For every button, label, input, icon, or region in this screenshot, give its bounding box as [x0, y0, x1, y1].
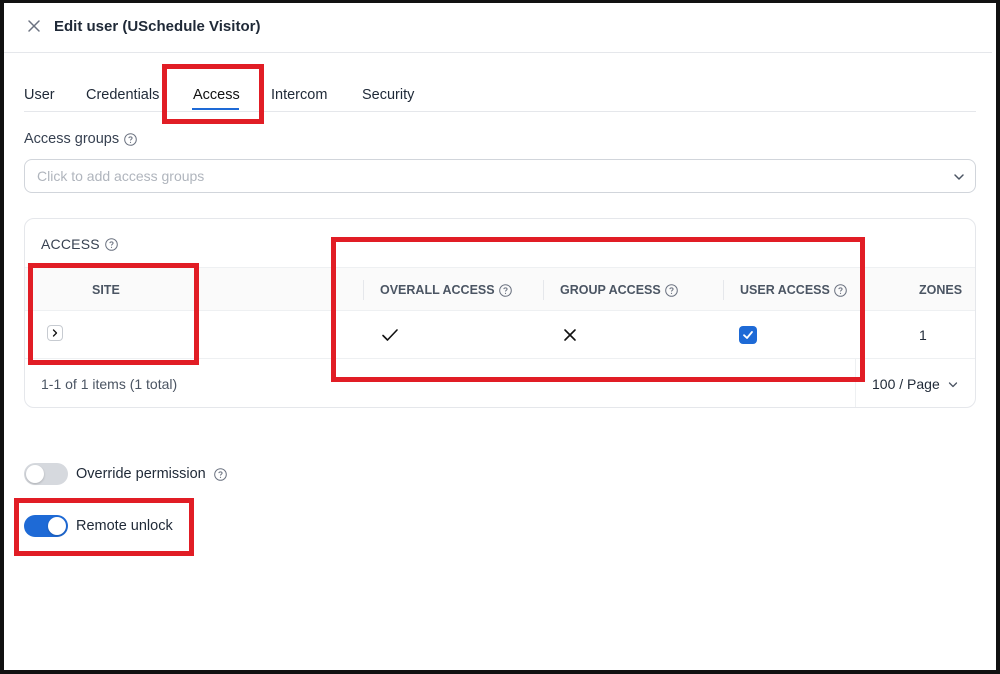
column-header-user-access[interactable]: USER ACCESS	[740, 283, 847, 297]
access-groups-label-row: Access groups	[24, 131, 137, 147]
remote-unlock-label: Remote unlock	[76, 518, 173, 534]
page-title: Edit user (USchedule Visitor)	[54, 18, 261, 35]
check-icon	[381, 326, 399, 344]
tab-credentials[interactable]: Credentials	[86, 87, 159, 103]
access-card-title: ACCESS	[41, 236, 100, 252]
tab-intercom[interactable]: Intercom	[271, 87, 327, 103]
tab-access[interactable]: Access	[193, 87, 240, 103]
access-card: ACCESS SITE OVERALL ACCESS GROUP ACCESS …	[24, 218, 976, 408]
help-icon[interactable]	[213, 467, 227, 481]
override-permission-label: Override permission	[76, 466, 206, 482]
help-icon[interactable]	[834, 283, 847, 297]
chevron-down-icon	[948, 382, 958, 388]
access-groups-select[interactable]: Click to add access groups	[24, 159, 976, 193]
help-icon[interactable]	[124, 132, 137, 146]
override-permission-row: Override permission	[24, 463, 227, 485]
active-tab-indicator	[192, 108, 239, 110]
close-icon[interactable]	[26, 18, 42, 34]
column-header-site[interactable]: SITE	[92, 283, 120, 297]
column-header-group-access[interactable]: GROUP ACCESS	[560, 283, 678, 297]
column-divider	[363, 280, 364, 300]
tab-user[interactable]: User	[24, 87, 55, 103]
override-permission-toggle[interactable]	[24, 463, 68, 485]
access-card-title-row: ACCESS	[41, 236, 118, 252]
column-header-overall-access[interactable]: OVERALL ACCESS	[380, 283, 512, 297]
column-divider	[543, 280, 544, 300]
page-size-label: 100 / Page	[872, 376, 940, 392]
table-row[interactable]: 1	[25, 311, 975, 359]
expand-row-button[interactable]	[47, 325, 63, 341]
help-icon[interactable]	[664, 283, 678, 297]
help-icon[interactable]	[498, 283, 512, 297]
remote-unlock-toggle[interactable]	[24, 515, 68, 537]
access-groups-label: Access groups	[24, 131, 120, 147]
pagination-summary: 1-1 of 1 items (1 total)	[41, 376, 178, 392]
table-header: SITE OVERALL ACCESS GROUP ACCESS USER AC…	[25, 267, 975, 311]
tab-security[interactable]: Security	[362, 87, 414, 103]
column-header-zones[interactable]: ZONES	[919, 283, 962, 297]
column-divider	[723, 280, 724, 300]
chevron-down-icon	[953, 170, 965, 182]
cross-icon	[561, 326, 579, 344]
toggle-knob	[26, 465, 44, 483]
modal-header: Edit user (USchedule Visitor)	[4, 3, 992, 53]
remote-unlock-row: Remote unlock	[24, 515, 173, 537]
user-access-checkbox[interactable]	[739, 326, 757, 344]
page-size-select[interactable]: 100 / Page	[855, 359, 975, 407]
zones-count: 1	[919, 327, 927, 343]
toggle-knob	[48, 517, 66, 535]
access-groups-placeholder: Click to add access groups	[37, 168, 205, 184]
help-icon[interactable]	[104, 237, 118, 251]
tab-bar: User Credentials Access Intercom Securit…	[24, 80, 976, 112]
